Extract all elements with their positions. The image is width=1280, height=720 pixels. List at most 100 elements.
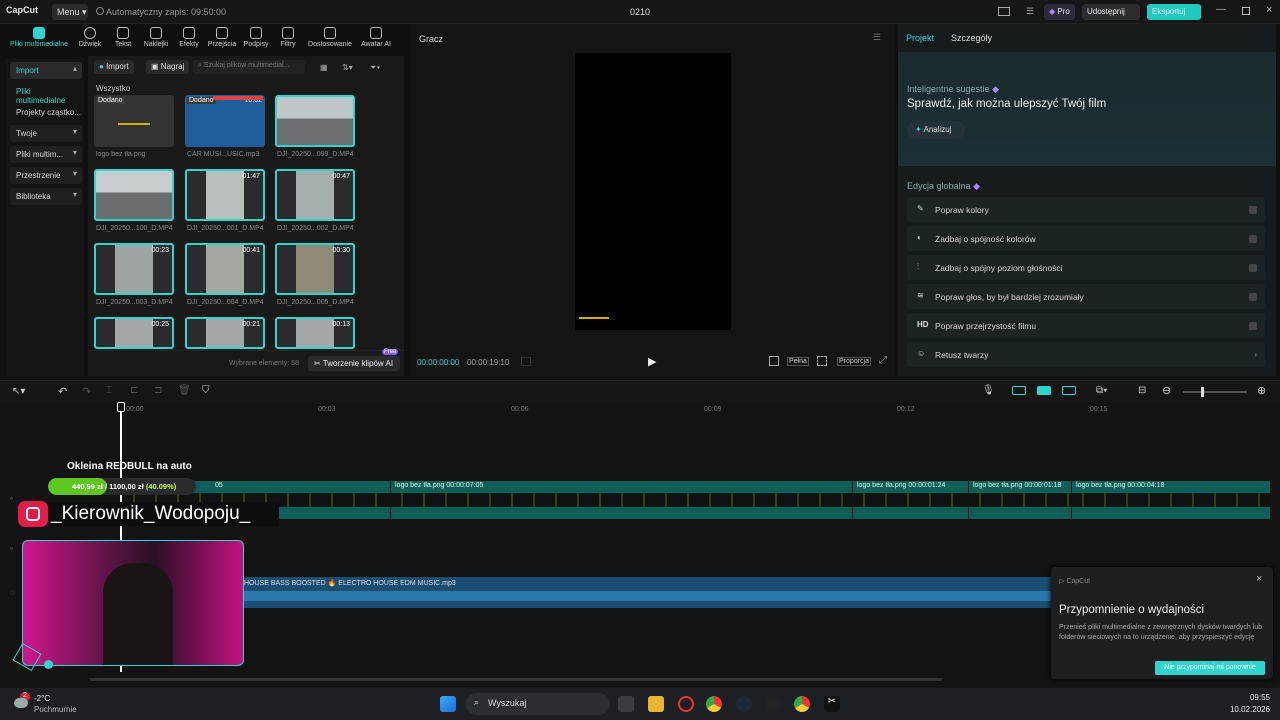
media-thumb[interactable]: Dodano 10:02 [185, 95, 265, 147]
tab-text[interactable]: Tekst [105, 26, 141, 48]
tab-media[interactable]: Pliki multimedialne [6, 26, 72, 48]
timeline-clip[interactable]: logo bez tła.png 00:00:07:05 [390, 481, 852, 519]
task-view-icon[interactable] [618, 696, 634, 712]
toggle[interactable] [1249, 235, 1257, 243]
media-thumb[interactable]: 00:41 [185, 243, 265, 295]
media-thumb[interactable] [94, 169, 174, 221]
export-button[interactable]: Eksportuj [1147, 4, 1201, 20]
playhead-handle[interactable] [117, 402, 125, 412]
chrome-icon[interactable] [706, 696, 722, 712]
global-item-volume[interactable]: ⫶ Zadbaj o spójny poziom głośności [907, 255, 1265, 280]
tab-transitions[interactable]: Przejścia [204, 26, 240, 48]
capcut-taskbar-icon[interactable]: ✂ [824, 696, 840, 712]
ai-clips-button[interactable]: ✂ Tworzenie klipów AI [308, 356, 400, 371]
zoom-out-icon[interactable]: ⊖ [1162, 384, 1171, 397]
video-preview[interactable] [575, 53, 731, 330]
track-eye-icon[interactable]: ▫ [10, 544, 13, 553]
sidebar-item-yours[interactable]: Twoje ▾ [10, 125, 82, 142]
tab-captions[interactable]: Podpisy [238, 26, 274, 48]
redo-icon[interactable]: ↷ [82, 385, 91, 398]
taskbar-search[interactable]: ⌕ Wyszukaj [466, 693, 610, 715]
tab-details[interactable]: Szczegóły [951, 33, 992, 43]
share-button[interactable]: Udostępnij [1082, 4, 1140, 20]
media-thumb[interactable]: 01:47 [185, 169, 265, 221]
obs-icon[interactable] [766, 696, 782, 712]
import-button[interactable]: ● Import [94, 60, 134, 74]
media-thumb[interactable]: 00:21 [185, 317, 265, 349]
media-thumb[interactable]: 00:13 [275, 317, 355, 349]
tab-audio[interactable]: Dźwięk [72, 26, 108, 48]
media-thumb[interactable] [275, 95, 355, 147]
pro-button[interactable]: ◆ Pro [1044, 4, 1075, 20]
player-menu-icon[interactable]: ☰ [873, 32, 881, 43]
file-explorer-icon[interactable] [648, 696, 664, 712]
magnet-icon[interactable] [1037, 386, 1051, 395]
track-lock-icon[interactable]: ▫ [10, 494, 13, 503]
toggle[interactable] [1249, 264, 1257, 272]
caption-icon[interactable]: ⊟ [1138, 385, 1146, 396]
sidebar-item-spaces[interactable]: Przestrzenie ▾ [10, 167, 82, 184]
delete-icon[interactable]: 🗑 [178, 385, 191, 396]
analyze-button[interactable]: ✦ Analizuj [907, 121, 965, 139]
tab-stickers[interactable]: Naklejki [138, 26, 174, 48]
audio-track-icon[interactable]: ◌ [10, 588, 15, 597]
dont-remind-button[interactable]: Nie przypominaj mi ponownie [1155, 661, 1265, 675]
microphone-icon[interactable]: 🎙 [982, 385, 995, 396]
quality-select[interactable]: Pełna [787, 357, 809, 366]
tab-filters[interactable]: Filtry [270, 26, 306, 48]
record-button[interactable]: ▣ Nagraj [146, 60, 190, 74]
opera-icon[interactable] [678, 696, 694, 712]
close-icon[interactable]: × [1266, 4, 1272, 16]
split-left-icon[interactable]: ⊏ [130, 385, 138, 396]
sidebar-item-projects[interactable]: Projekty cząstko... [10, 104, 82, 121]
global-item-colors[interactable]: ✎ Popraw kolory [907, 197, 1265, 222]
timeline-clip[interactable]: logo bez tła.png 00:00:01:18 [968, 481, 1071, 519]
filter-icon[interactable]: ⏷▾ [370, 63, 380, 73]
sidebar-item-import[interactable]: Import ▴ [10, 62, 82, 79]
timeline-clip[interactable]: logo bez tła.png 00:00:04:18 [1071, 481, 1270, 519]
media-search-input[interactable]: ⌕ Szukaj plików multimedial... [193, 60, 305, 74]
steam-icon[interactable] [736, 696, 752, 712]
toggle[interactable] [1249, 293, 1257, 301]
fit-icon[interactable] [817, 356, 827, 366]
select-tool-icon[interactable]: ↖▾ [12, 386, 25, 397]
clock-date[interactable]: 10.02.2026 [1210, 705, 1270, 714]
media-thumb[interactable]: Dodano [94, 95, 174, 147]
tab-effects[interactable]: Efekty [171, 26, 207, 48]
ratio-select[interactable]: Proporcja [837, 357, 871, 366]
grid-view-icon[interactable]: ▦ [320, 63, 328, 72]
fullscreen-icon[interactable]: ⤢ [879, 355, 887, 366]
minimize-icon[interactable]: — [1216, 4, 1226, 15]
tab-project[interactable]: Projekt [906, 33, 934, 43]
split-right-icon[interactable]: ⊐ [154, 385, 162, 396]
media-thumb[interactable]: 00:23 [94, 243, 174, 295]
global-item-color-consistency[interactable]: ◐ Zadbaj o spójność kolorów [907, 226, 1265, 251]
popup-close-icon[interactable]: × [1256, 573, 1262, 585]
layout-icon[interactable] [998, 7, 1010, 16]
tab-adjust[interactable]: Dostosowanie [304, 26, 356, 48]
sidebar-item-library[interactable]: Biblioteka ▾ [10, 188, 82, 205]
maximize-icon[interactable] [1242, 7, 1250, 15]
clock-time[interactable]: 09:55 [1230, 693, 1270, 702]
toggle[interactable] [1249, 206, 1257, 214]
sort-icon[interactable]: ⇅▾ [342, 63, 353, 72]
split-icon[interactable]: ⌶ [106, 385, 112, 396]
global-item-clarity[interactable]: HD Popraw przejrzystość filmu [907, 313, 1265, 338]
sidebar-item-media[interactable]: Pliki multimedialne [10, 83, 82, 105]
play-icon[interactable]: ▶ [648, 355, 656, 368]
global-item-voice[interactable]: ≋ Popraw głos, by był bardziej zrozumiały [907, 284, 1265, 309]
crop-icon[interactable] [769, 356, 779, 366]
snap-icon[interactable] [1062, 386, 1076, 395]
shortcuts-icon[interactable]: ☰ [1026, 6, 1034, 17]
sidebar-item-media-files[interactable]: Pliki multim... ▾ [10, 146, 82, 163]
chrome-profile-icon[interactable] [794, 696, 810, 712]
zoom-in-icon[interactable]: ⊕ [1257, 384, 1266, 397]
undo-icon[interactable]: ↶ [58, 385, 67, 398]
media-thumb[interactable]: 00:25 [94, 317, 174, 349]
windows-start-icon[interactable] [440, 696, 456, 712]
link-icon[interactable] [1012, 386, 1026, 395]
timeline-clip[interactable]: logo bez tła.png 00:00:01:24 [852, 481, 968, 519]
weather-desc[interactable]: Pochmurnie [34, 705, 77, 714]
zoom-slider[interactable] [1183, 387, 1247, 397]
media-thumb[interactable]: 00:47 [275, 169, 355, 221]
